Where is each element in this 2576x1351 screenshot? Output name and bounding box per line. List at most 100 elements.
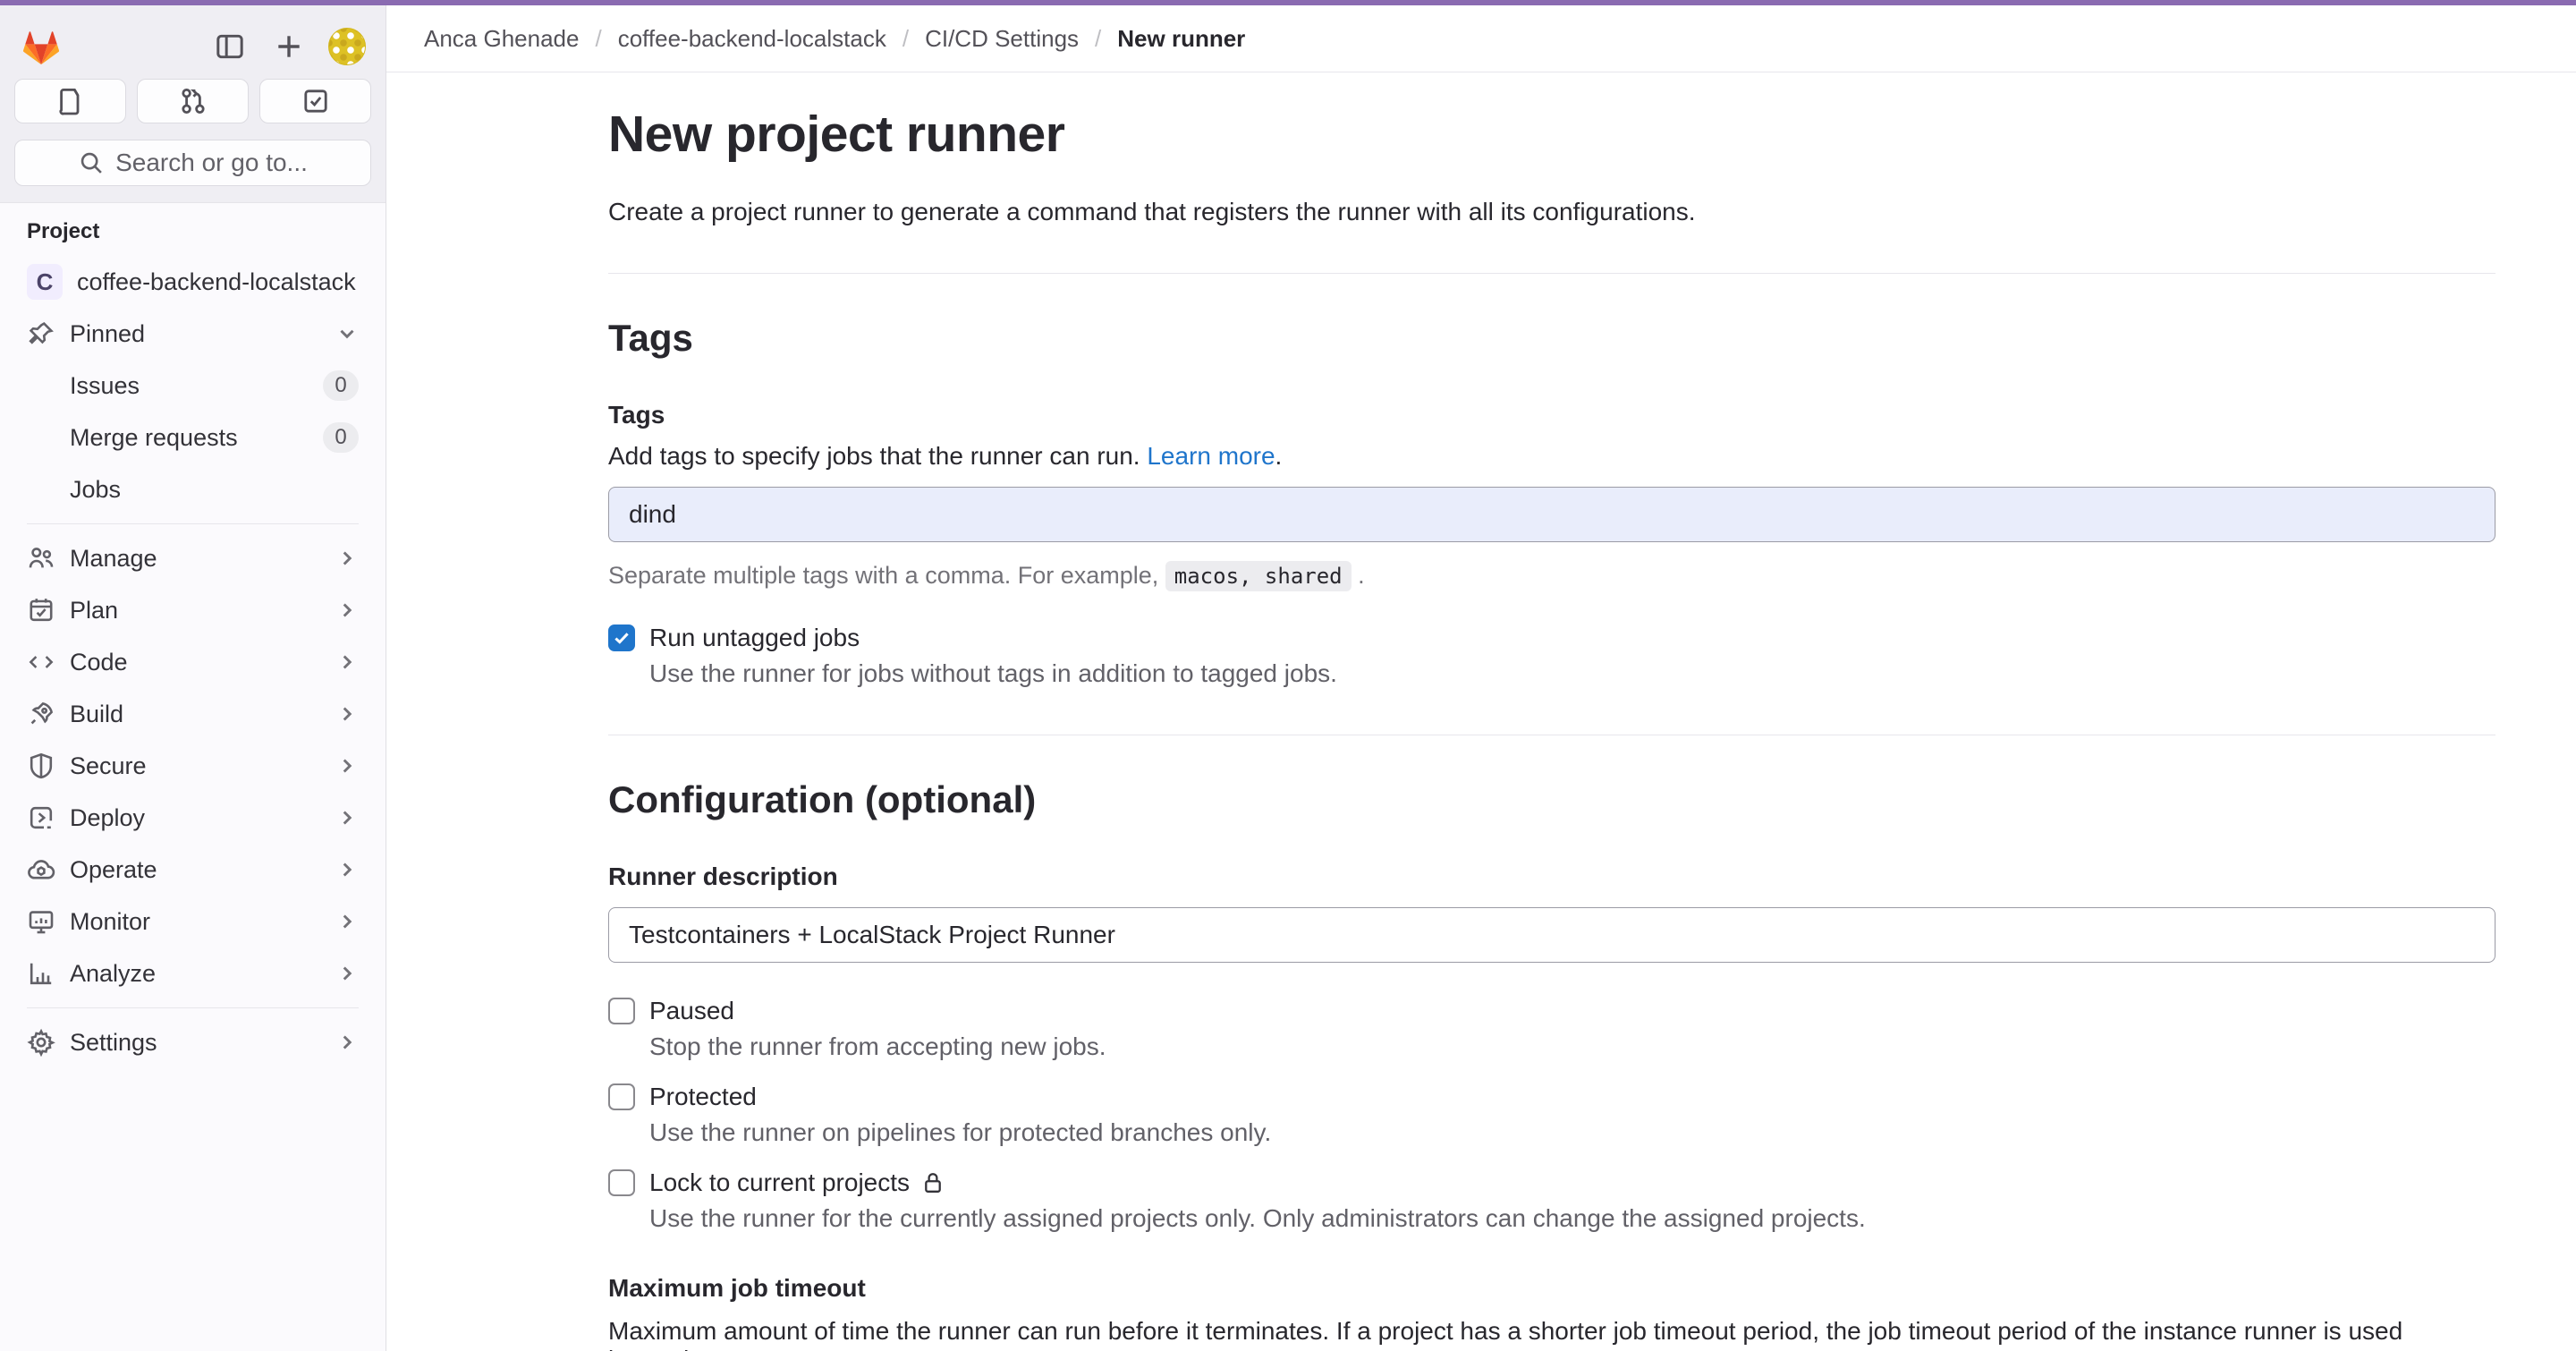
- checkbox-unchecked[interactable]: [608, 1083, 635, 1110]
- sidebar-item-issues[interactable]: Issues 0: [13, 361, 373, 411]
- cloud-pod-icon: [27, 855, 55, 884]
- tags-hint: Separate multiple tags with a comma. For…: [608, 562, 2496, 590]
- calendar-check-icon: [27, 596, 55, 625]
- merge-request-icon: [179, 87, 208, 115]
- chevron-right-icon: [335, 650, 359, 674]
- main-content: Anca Ghenade / coffee-backend-localstack…: [386, 5, 2576, 1351]
- sidebar-item-code[interactable]: Code: [13, 637, 373, 687]
- sidebar-item-operate[interactable]: Operate: [13, 845, 373, 895]
- page-intro: Create a project runner to generate a co…: [608, 198, 2496, 226]
- top-accent-bar: [0, 0, 2576, 5]
- chart-icon: [27, 959, 55, 988]
- chevron-down-icon: [335, 322, 359, 345]
- project-name: coffee-backend-localstack: [77, 268, 359, 296]
- sidebar-item-plan[interactable]: Plan: [13, 585, 373, 635]
- sidebar-item-manage[interactable]: Manage: [13, 533, 373, 583]
- tags-field-label: Tags: [608, 401, 2496, 429]
- chevron-right-icon: [335, 547, 359, 570]
- page-title: New project runner: [608, 105, 2496, 164]
- paused-description: Stop the runner from accepting new jobs.: [649, 1032, 2496, 1061]
- todo-check-icon: [301, 87, 330, 115]
- timeout-description: Maximum amount of time the runner can ru…: [608, 1317, 2496, 1351]
- monitor-icon: [27, 907, 55, 936]
- project-avatar: C: [27, 264, 63, 300]
- timeout-label: Maximum job timeout: [608, 1274, 2496, 1303]
- breadcrumb-separator: /: [1095, 25, 1101, 53]
- code-icon: [27, 648, 55, 676]
- merge-requests-count-badge: 0: [323, 422, 359, 453]
- chevron-right-icon: [335, 702, 359, 726]
- runner-description-label: Runner description: [608, 862, 2496, 891]
- checkbox-checked[interactable]: [608, 625, 635, 651]
- protected-description: Use the runner on pipelines for protecte…: [649, 1118, 2496, 1147]
- configuration-section-heading: Configuration (optional): [608, 778, 2496, 821]
- todo-shortcut-button[interactable]: [259, 79, 371, 123]
- shield-icon: [27, 752, 55, 780]
- check-icon: [612, 628, 631, 648]
- lock-icon: [920, 1170, 945, 1195]
- sidebar-item-monitor[interactable]: Monitor: [13, 896, 373, 947]
- chevron-right-icon: [335, 962, 359, 985]
- breadcrumb-separator: /: [595, 25, 601, 53]
- chevron-right-icon: [335, 1031, 359, 1054]
- breadcrumb-current: New runner: [1117, 25, 1245, 53]
- chevron-right-icon: [335, 858, 359, 881]
- tags-section-heading: Tags: [608, 317, 2496, 360]
- sidebar-divider: [27, 1007, 359, 1008]
- sidebar-section-label: Project: [0, 219, 386, 244]
- chevron-right-icon: [335, 806, 359, 829]
- deploy-icon: [27, 803, 55, 832]
- sidebar-item-build[interactable]: Build: [13, 689, 373, 739]
- section-divider: [608, 273, 2496, 274]
- user-avatar[interactable]: [328, 28, 366, 65]
- runner-description-input[interactable]: [608, 907, 2496, 963]
- issues-icon: [56, 87, 85, 115]
- super-sidebar: Search or go to... Project C coffee-back…: [0, 5, 386, 1351]
- pin-icon: [27, 319, 55, 348]
- people-icon: [27, 544, 55, 573]
- learn-more-link[interactable]: Learn more: [1147, 442, 1275, 470]
- lock-to-projects-checkbox[interactable]: Lock to current projects: [608, 1168, 2496, 1197]
- breadcrumb-link-project[interactable]: coffee-backend-localstack: [618, 25, 886, 53]
- tags-example-code: macos, shared: [1165, 561, 1352, 591]
- sidebar-item-analyze[interactable]: Analyze: [13, 948, 373, 998]
- search-icon: [78, 149, 105, 176]
- create-new-icon[interactable]: [269, 27, 309, 66]
- tags-field-help: Add tags to specify jobs that the runner…: [608, 442, 2496, 471]
- breadcrumb-link-namespace[interactable]: Anca Ghenade: [424, 25, 579, 53]
- sidebar-item-pinned[interactable]: Pinned: [13, 309, 373, 359]
- checkbox-unchecked[interactable]: [608, 998, 635, 1024]
- breadcrumb-link-cicd-settings[interactable]: CI/CD Settings: [925, 25, 1079, 53]
- run-untagged-description: Use the runner for jobs without tags in …: [649, 659, 2496, 688]
- sidebar-item-secure[interactable]: Secure: [13, 741, 373, 791]
- merge-requests-shortcut-button[interactable]: [137, 79, 249, 123]
- breadcrumb: Anca Ghenade / coffee-backend-localstack…: [386, 5, 2576, 72]
- search-input[interactable]: Search or go to...: [14, 140, 371, 186]
- checkbox-unchecked[interactable]: [608, 1169, 635, 1196]
- pinned-label: Pinned: [70, 320, 321, 348]
- tags-input[interactable]: [608, 487, 2496, 542]
- sidebar-item-project[interactable]: C coffee-backend-localstack: [13, 257, 373, 307]
- chevron-right-icon: [335, 910, 359, 933]
- sidebar-divider: [27, 523, 359, 524]
- gear-icon: [27, 1028, 55, 1057]
- sidebar-item-merge-requests[interactable]: Merge requests 0: [13, 412, 373, 463]
- gitlab-logo[interactable]: [20, 25, 63, 68]
- sidebar-item-settings[interactable]: Settings: [13, 1017, 373, 1067]
- issues-count-badge: 0: [323, 370, 359, 401]
- sidebar-nav: Project C coffee-backend-localstack Pinn…: [0, 203, 386, 1351]
- protected-checkbox[interactable]: Protected: [608, 1083, 2496, 1111]
- sidebar-item-deploy[interactable]: Deploy: [13, 793, 373, 843]
- run-untagged-checkbox[interactable]: Run untagged jobs: [608, 624, 2496, 652]
- collapse-sidebar-icon[interactable]: [210, 27, 250, 66]
- search-placeholder: Search or go to...: [115, 149, 308, 177]
- sidebar-item-jobs[interactable]: Jobs: [13, 464, 373, 514]
- sidebar-header: Search or go to...: [0, 5, 386, 203]
- lock-to-projects-description: Use the runner for the currently assigne…: [649, 1204, 2496, 1233]
- issues-shortcut-button[interactable]: [14, 79, 126, 123]
- rocket-icon: [27, 700, 55, 728]
- breadcrumb-separator: /: [902, 25, 909, 53]
- chevron-right-icon: [335, 754, 359, 777]
- paused-checkbox[interactable]: Paused: [608, 997, 2496, 1025]
- chevron-right-icon: [335, 599, 359, 622]
